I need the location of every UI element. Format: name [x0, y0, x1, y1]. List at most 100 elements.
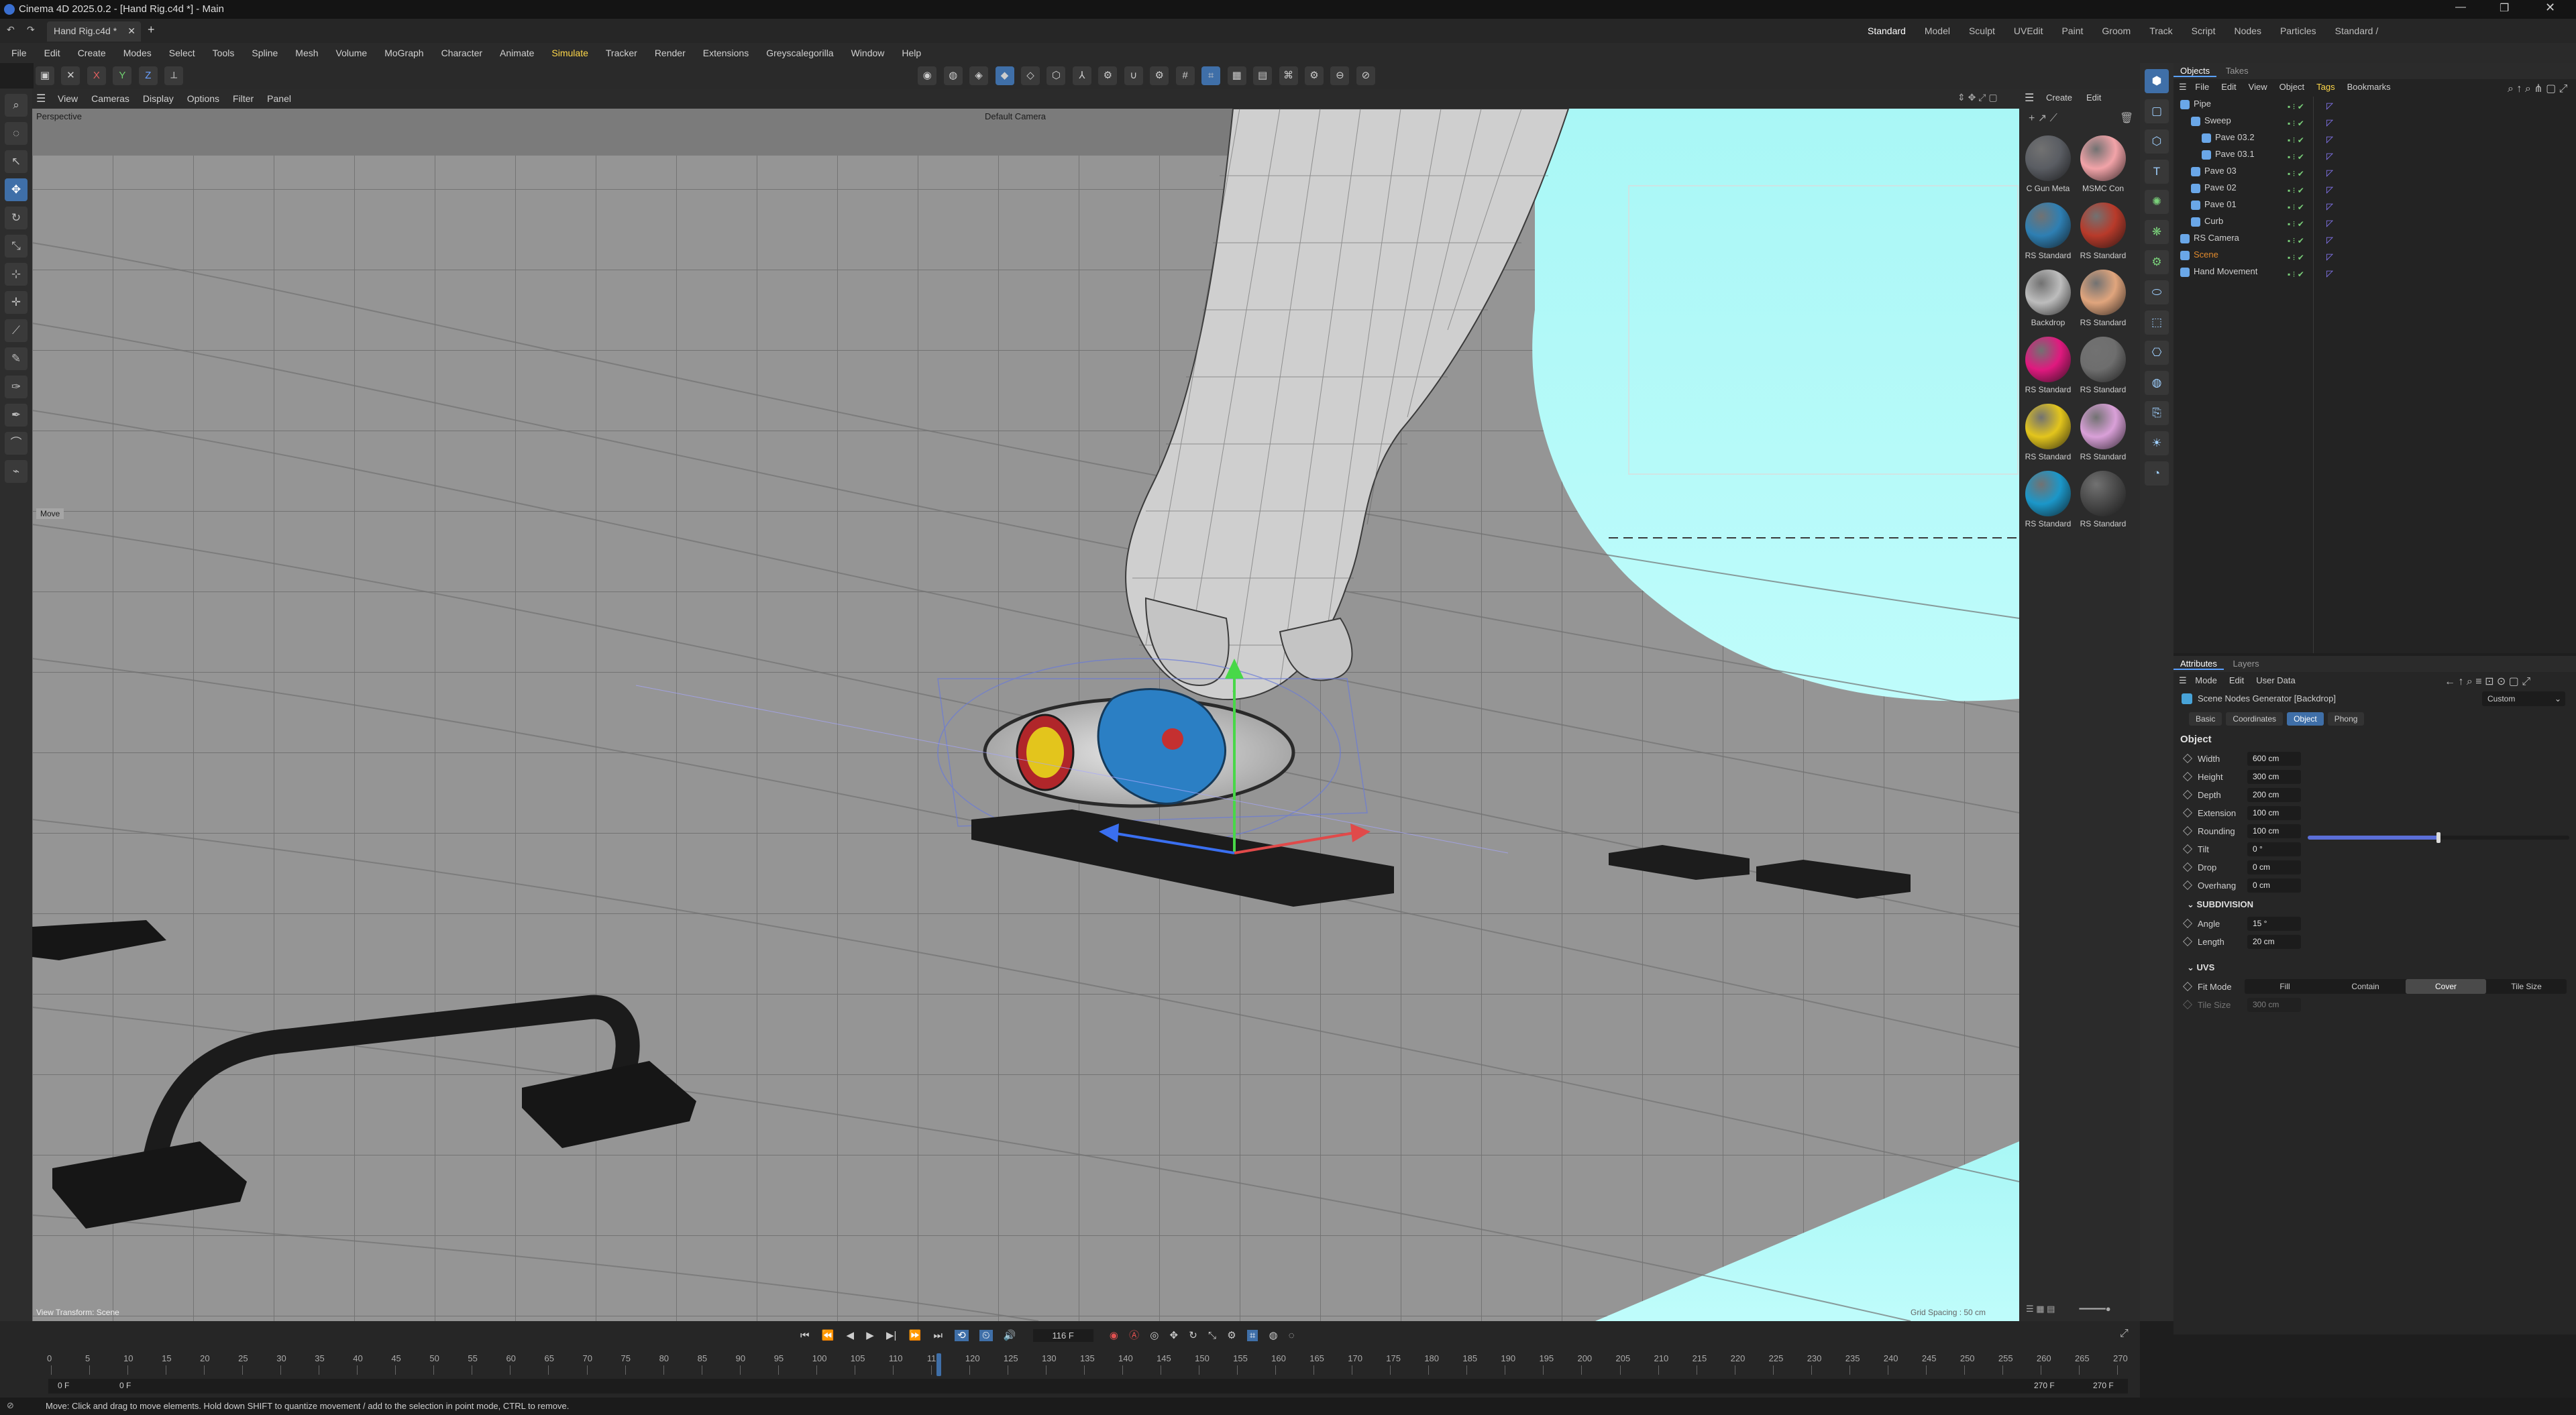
maximize-icon[interactable]: ❐: [2500, 1, 2509, 15]
undo-icon[interactable]: ↶: [7, 24, 15, 36]
workspace-standard[interactable]: Standard /: [2326, 19, 2388, 43]
object-tag-icon[interactable]: ◸: [2326, 265, 2337, 278]
keyframe-diamond-icon[interactable]: [2182, 826, 2193, 836]
deformer-icon[interactable]: ⚙: [2145, 250, 2169, 274]
attr-menu-mode[interactable]: Mode: [2189, 675, 2223, 685]
workspace-model[interactable]: Model: [1915, 19, 1960, 43]
loop-icon[interactable]: ⟲: [955, 1330, 969, 1341]
tag-icon[interactable]: ◔: [2145, 461, 2169, 486]
object-row[interactable]: Pave 03 ▪ ⁝ ✔ ◸: [2180, 162, 2576, 179]
visibility-checks-icon[interactable]: ▪ ⁝ ✔: [2288, 266, 2328, 279]
attr-menu-user-data[interactable]: User Data: [2250, 675, 2302, 685]
new-tab-button[interactable]: +: [148, 23, 155, 37]
cube-icon[interactable]: ⬢: [2145, 69, 2169, 93]
play-icon[interactable]: ▶: [866, 1330, 874, 1341]
menu-mesh[interactable]: Mesh: [286, 43, 327, 63]
close-icon[interactable]: ✕: [2545, 1, 2555, 15]
menu-edit[interactable]: Edit: [36, 43, 69, 63]
keyframe-diamond-icon[interactable]: [2182, 936, 2193, 947]
object-menu-file[interactable]: File: [2189, 82, 2215, 92]
keyframe-diamond-icon[interactable]: [2182, 844, 2193, 854]
object-mode-icon[interactable]: ◆: [995, 66, 1014, 85]
keyframe-selection-icon[interactable]: ◎: [1150, 1330, 1159, 1341]
menu-window[interactable]: Window: [843, 43, 894, 63]
solo-settings-icon[interactable]: ⊘: [1356, 66, 1375, 85]
viewport-menu-panel[interactable]: Panel: [260, 89, 298, 109]
points-mode-icon[interactable]: ◉: [918, 66, 937, 85]
extension-field[interactable]: 100 cm: [2247, 806, 2301, 820]
visibility-checks-icon[interactable]: ▪ ⁝ ✔: [2288, 233, 2328, 245]
viewport-menu-filter[interactable]: Filter: [226, 89, 260, 109]
material-swatch[interactable]: MSMC Con: [2077, 135, 2129, 193]
material-swatch[interactable]: RS Standard: [2022, 203, 2074, 260]
attr-nav-icons[interactable]: ← ↑ ⌕ ≡ ⊡ ⊙ ▢ ⤢: [2445, 675, 2530, 688]
generator-icon[interactable]: ✺: [2145, 190, 2169, 214]
object-tag-icon[interactable]: ◸: [2326, 114, 2337, 127]
material-swatch[interactable]: RS Standard: [2077, 203, 2129, 260]
environment-icon[interactable]: ◍: [2145, 371, 2169, 395]
object-menu-tags[interactable]: Tags: [2310, 82, 2341, 92]
visibility-checks-icon[interactable]: ▪ ⁝ ✔: [2288, 115, 2328, 128]
undo-toolbar-icon[interactable]: ✕: [61, 66, 80, 85]
material-swatch[interactable]: RS Standard: [2077, 270, 2129, 327]
frame-range-bar[interactable]: 0 F 0 F 270 F 270 F: [48, 1379, 2128, 1394]
uvs-section-title[interactable]: ⌄ UVS: [2174, 958, 2576, 978]
keyframe-diamond-icon[interactable]: [2182, 771, 2193, 782]
end-frame-field[interactable]: 270 F: [2093, 1381, 2114, 1390]
object-tag-icon[interactable]: ◸: [2326, 231, 2337, 245]
menu-character[interactable]: Character: [433, 43, 491, 63]
menu-help[interactable]: Help: [893, 43, 930, 63]
axis-settings-icon[interactable]: ⚙: [1098, 66, 1118, 85]
material-swatch[interactable]: RS Standard: [2077, 471, 2129, 528]
object-tag-icon[interactable]: ◸: [2326, 131, 2337, 144]
axis-mode-icon[interactable]: ⅄: [1072, 66, 1091, 85]
spline-pen-icon[interactable]: ✒: [5, 404, 28, 427]
autokey-icon[interactable]: Ⓐ: [1129, 1330, 1139, 1341]
magnet-icon[interactable]: ∪: [1124, 66, 1143, 85]
material-menu-edit[interactable]: Edit: [2086, 93, 2101, 103]
3d-viewport[interactable]: Perspective Default Camera Move View Tra…: [32, 109, 2019, 1321]
edges-mode-icon[interactable]: ◍: [943, 66, 963, 85]
next-key-icon[interactable]: ⏩: [909, 1330, 922, 1341]
paint-tool-icon[interactable]: ✑: [5, 376, 28, 398]
menu-tools[interactable]: Tools: [204, 43, 244, 63]
rounding-slider[interactable]: [2308, 832, 2569, 843]
selection-tool-icon[interactable]: ◌: [5, 122, 28, 145]
object-row[interactable]: Pave 03.1 ▪ ⁝ ✔ ◸: [2180, 146, 2576, 162]
object-tag-icon[interactable]: ◸: [2326, 97, 2337, 111]
menu-volume[interactable]: Volume: [327, 43, 376, 63]
viewport-hamburger-icon[interactable]: ☰: [36, 92, 46, 105]
live-selection-icon[interactable]: ↖: [5, 150, 28, 173]
object-row[interactable]: Pave 03.2 ▪ ⁝ ✔ ◸: [2180, 129, 2576, 146]
material-swatch[interactable]: RS Standard: [2022, 337, 2074, 394]
keyframe-diamond-icon[interactable]: [2182, 753, 2193, 764]
snap-icon[interactable]: ⌗: [1201, 66, 1221, 85]
primitive-icon[interactable]: ⬡: [2145, 129, 2169, 154]
material-swatch[interactable]: RS Standard: [2022, 471, 2074, 528]
workspace-particles[interactable]: Particles: [2271, 19, 2326, 43]
preset-dropdown[interactable]: Custom ⌄: [2482, 691, 2565, 706]
preview-end-field[interactable]: 270 F: [2034, 1381, 2055, 1390]
go-to-end-icon[interactable]: ⏭: [933, 1330, 943, 1341]
fit-mode-cover[interactable]: Cover: [2406, 979, 2486, 994]
rounding-field[interactable]: 100 cm: [2247, 824, 2301, 838]
scale-key-icon[interactable]: ⤡: [1208, 1330, 1216, 1341]
visibility-checks-icon[interactable]: ▪ ⁝ ✔: [2288, 166, 2328, 178]
go-to-start-icon[interactable]: ⏮: [800, 1330, 810, 1341]
object-menu-object[interactable]: Object: [2273, 82, 2311, 92]
menu-spline[interactable]: Spline: [243, 43, 286, 63]
viewport-menu-display[interactable]: Display: [136, 89, 180, 109]
mograph-icon[interactable]: ❋: [2145, 220, 2169, 244]
simulation-icon[interactable]: ⎔: [2145, 341, 2169, 365]
timeline-settings-icon[interactable]: ◌: [1289, 1330, 1295, 1341]
fit-mode-tile-size[interactable]: Tile Size: [2486, 979, 2567, 994]
object-row[interactable]: Sweep ▪ ⁝ ✔ ◸: [2180, 112, 2576, 129]
viewport-menu-view[interactable]: View: [51, 89, 85, 109]
uv-mode-icon[interactable]: ⬡: [1046, 66, 1066, 85]
width-field[interactable]: 600 cm: [2247, 752, 2301, 766]
position-key-icon[interactable]: ✥: [1170, 1330, 1179, 1341]
x-axis-toggle[interactable]: X: [87, 66, 106, 85]
keyframe-diamond-icon[interactable]: [2182, 981, 2193, 992]
subtab-object[interactable]: Object: [2287, 712, 2324, 726]
material-swatch[interactable]: C Gun Meta: [2022, 135, 2074, 193]
